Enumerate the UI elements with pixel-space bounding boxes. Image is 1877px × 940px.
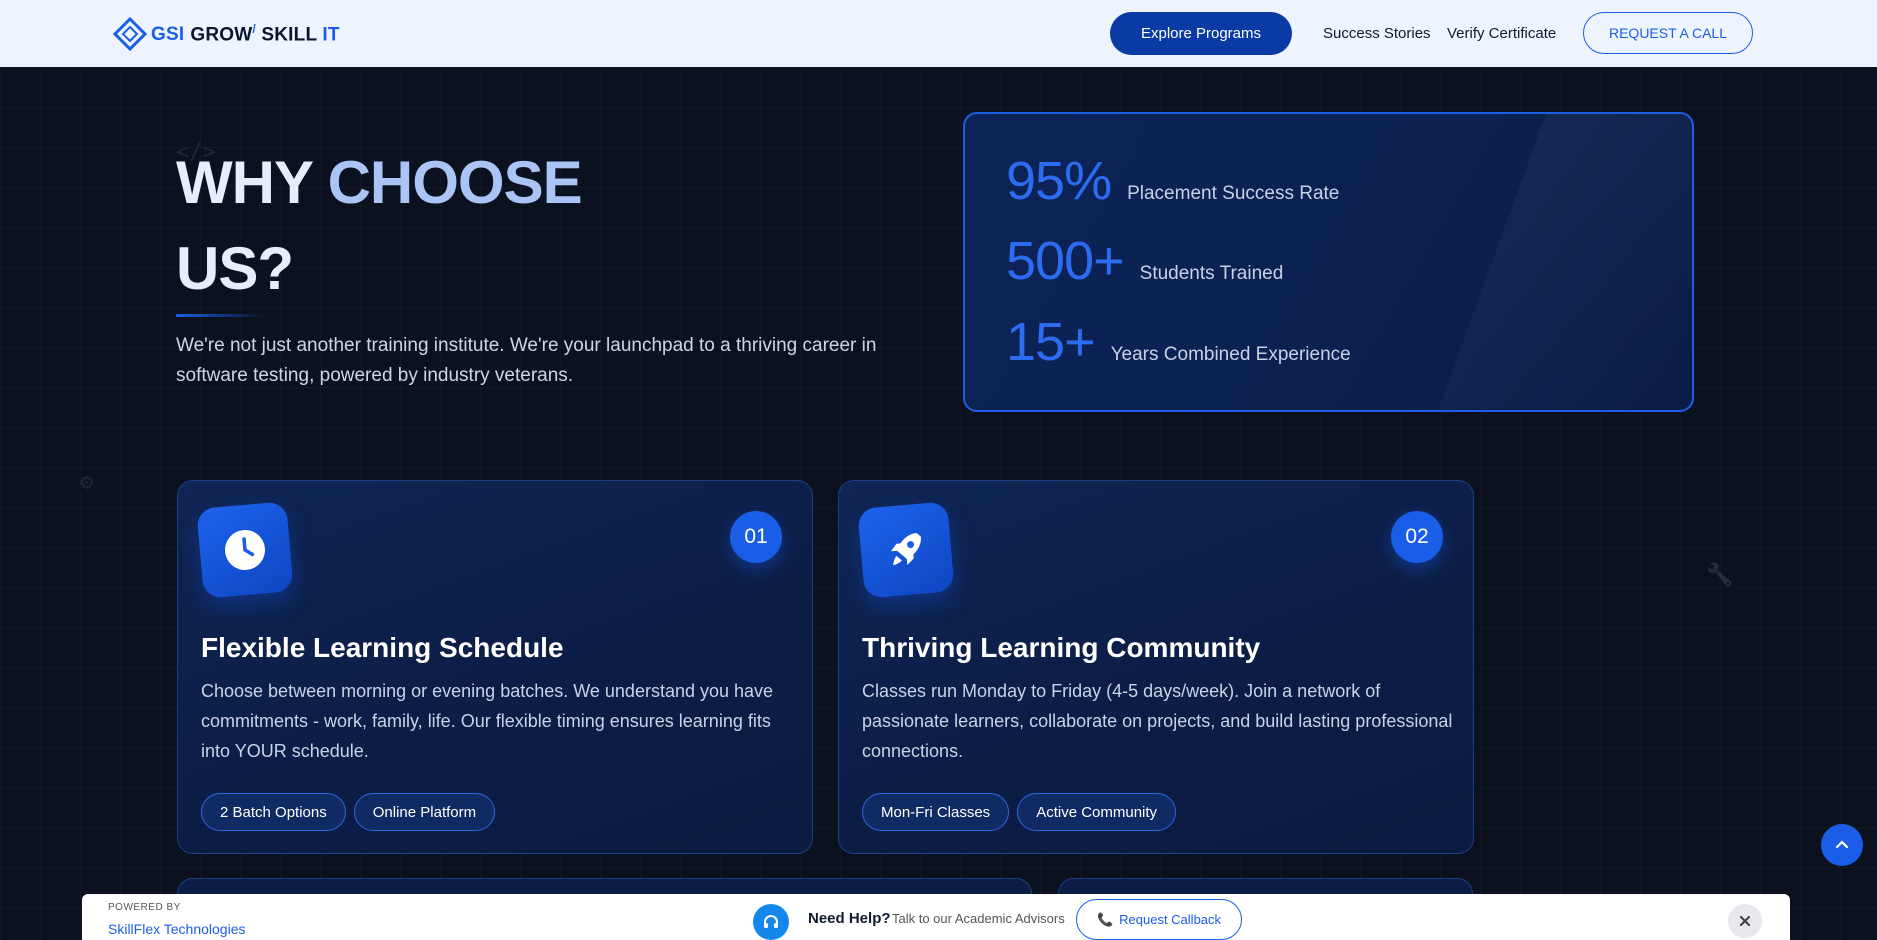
hero-description: We're not just another training institut… bbox=[176, 335, 877, 386]
tag-online-platform: Online Platform bbox=[353, 793, 496, 831]
nav-link-success-stories[interactable]: Success Stories bbox=[1323, 25, 1431, 42]
card-number-badge: 02 bbox=[1391, 511, 1443, 563]
explore-programs-button[interactable]: Explore Programs bbox=[1110, 12, 1292, 55]
card-tags: Mon-Fri Classes Active Community bbox=[862, 793, 1177, 831]
top-navbar: GSI GROW/ SKILL IT Explore Programs Succe… bbox=[0, 0, 1877, 67]
card-title: Flexible Learning Schedule bbox=[201, 632, 564, 663]
powered-by-link[interactable]: SkillFlex Technologies bbox=[108, 921, 245, 937]
request-call-button[interactable]: REQUEST A CALL bbox=[1583, 12, 1753, 54]
stat-label: Years Combined Experience bbox=[1110, 344, 1351, 365]
card-description: Classes run Monday to Friday (4-5 days/w… bbox=[862, 681, 1453, 761]
brand-logo[interactable]: GSI GROW/ SKILL IT bbox=[112, 14, 340, 54]
page-title: WHY CHOOSE US? bbox=[176, 149, 583, 302]
help-bar: POWERED BY SkillFlex Technologies Need H… bbox=[82, 894, 1790, 940]
feature-card-flexible-schedule: 01 Flexible Learning Schedule Choose bet… bbox=[177, 480, 813, 854]
chevron-up-icon bbox=[1835, 840, 1849, 849]
stat-value: 500+ bbox=[1006, 231, 1125, 291]
stat-students: 500+ Students Trained bbox=[1006, 230, 1283, 292]
help-subtitle: Talk to our Academic Advisors bbox=[892, 911, 1065, 926]
stat-label: Placement Success Rate bbox=[1127, 183, 1340, 204]
request-callback-label: Request Callback bbox=[1119, 912, 1222, 927]
phone-icon: 📞 bbox=[1096, 911, 1114, 927]
headset-icon bbox=[753, 904, 789, 940]
gear-decoration-icon: ⚙ bbox=[80, 470, 94, 495]
stat-value: 15+ bbox=[1006, 312, 1096, 372]
card-title: Thriving Learning Community bbox=[862, 632, 1261, 663]
brand-name: GSI GROW/ SKILL IT bbox=[151, 21, 340, 46]
card-description: Choose between morning or evening batche… bbox=[201, 681, 774, 761]
scroll-to-top-button[interactable] bbox=[1821, 824, 1863, 866]
stats-panel: 95% Placement Success Rate 500+ Students… bbox=[963, 112, 1694, 412]
stat-experience: 15+ Years Combined Experience bbox=[1006, 311, 1351, 373]
stat-placement: 95% Placement Success Rate bbox=[1006, 150, 1339, 212]
nav-link-verify-certificate[interactable]: Verify Certificate bbox=[1447, 25, 1556, 42]
help-title: Need Help? bbox=[808, 910, 891, 927]
tag-active-community: Active Community bbox=[1017, 793, 1177, 831]
card-number-badge: 01 bbox=[730, 511, 782, 563]
wrench-decoration-icon: 🔧 bbox=[1706, 563, 1734, 588]
tag-batch-options: 2 Batch Options bbox=[201, 793, 346, 831]
request-callback-button[interactable]: 📞 Request Callback bbox=[1076, 899, 1242, 940]
powered-by-label: POWERED BY bbox=[108, 902, 181, 913]
stat-value: 95% bbox=[1006, 151, 1112, 211]
title-underline bbox=[176, 314, 266, 317]
logo-mark-icon bbox=[112, 16, 148, 52]
tag-mon-fri-classes: Mon-Fri Classes bbox=[862, 793, 1010, 831]
stat-label: Students Trained bbox=[1139, 263, 1284, 284]
close-icon[interactable] bbox=[1728, 904, 1762, 938]
rocket-icon bbox=[857, 501, 955, 599]
card-tags: 2 Batch Options Online Platform bbox=[201, 793, 496, 831]
feature-card-learning-community: 02 Thriving Learning Community Classes r… bbox=[838, 480, 1474, 854]
clock-icon bbox=[196, 501, 294, 599]
